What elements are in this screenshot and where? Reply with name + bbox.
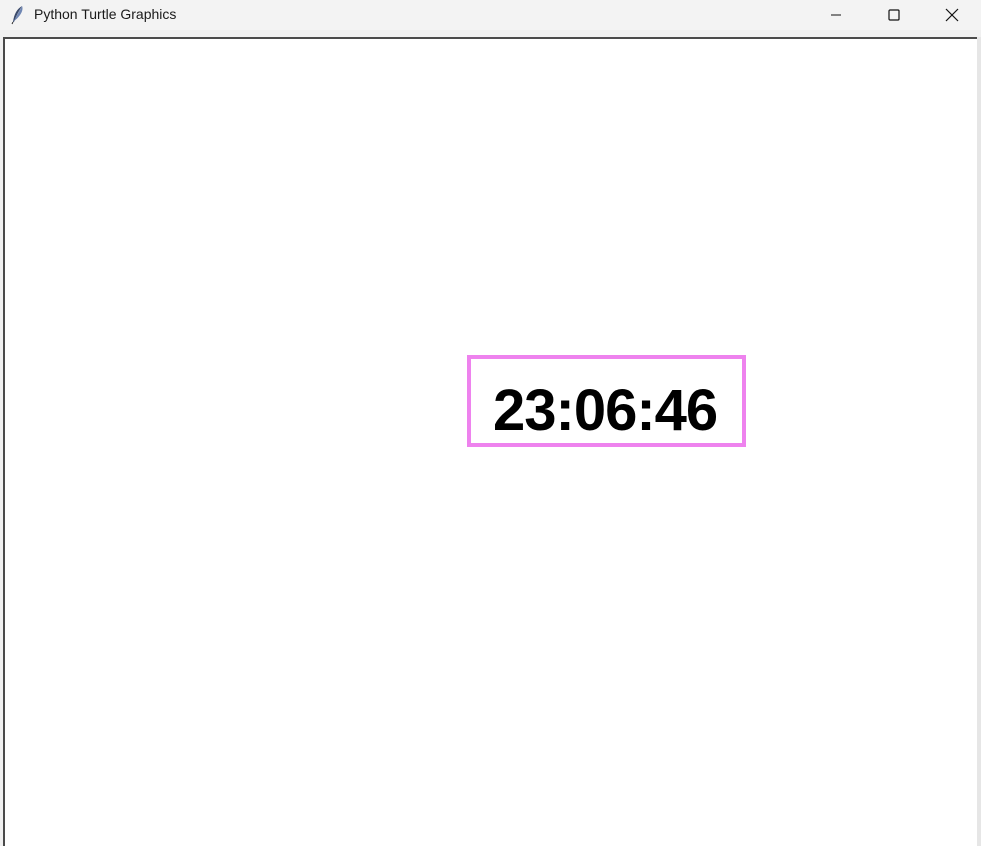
window-title: Python Turtle Graphics xyxy=(34,6,177,22)
maximize-icon xyxy=(888,9,900,21)
title-bar[interactable]: Python Turtle Graphics xyxy=(0,0,981,30)
minimize-button[interactable] xyxy=(813,0,859,30)
turtle-window: Python Turtle Graphics 23:06:46 xyxy=(0,0,981,846)
minimize-icon xyxy=(830,9,842,21)
canvas-edge xyxy=(977,37,981,846)
maximize-button[interactable] xyxy=(871,0,917,30)
close-icon xyxy=(945,8,959,22)
clock-time: 23:06:46 xyxy=(493,378,718,443)
feather-icon xyxy=(10,5,26,25)
close-button[interactable] xyxy=(929,0,975,30)
